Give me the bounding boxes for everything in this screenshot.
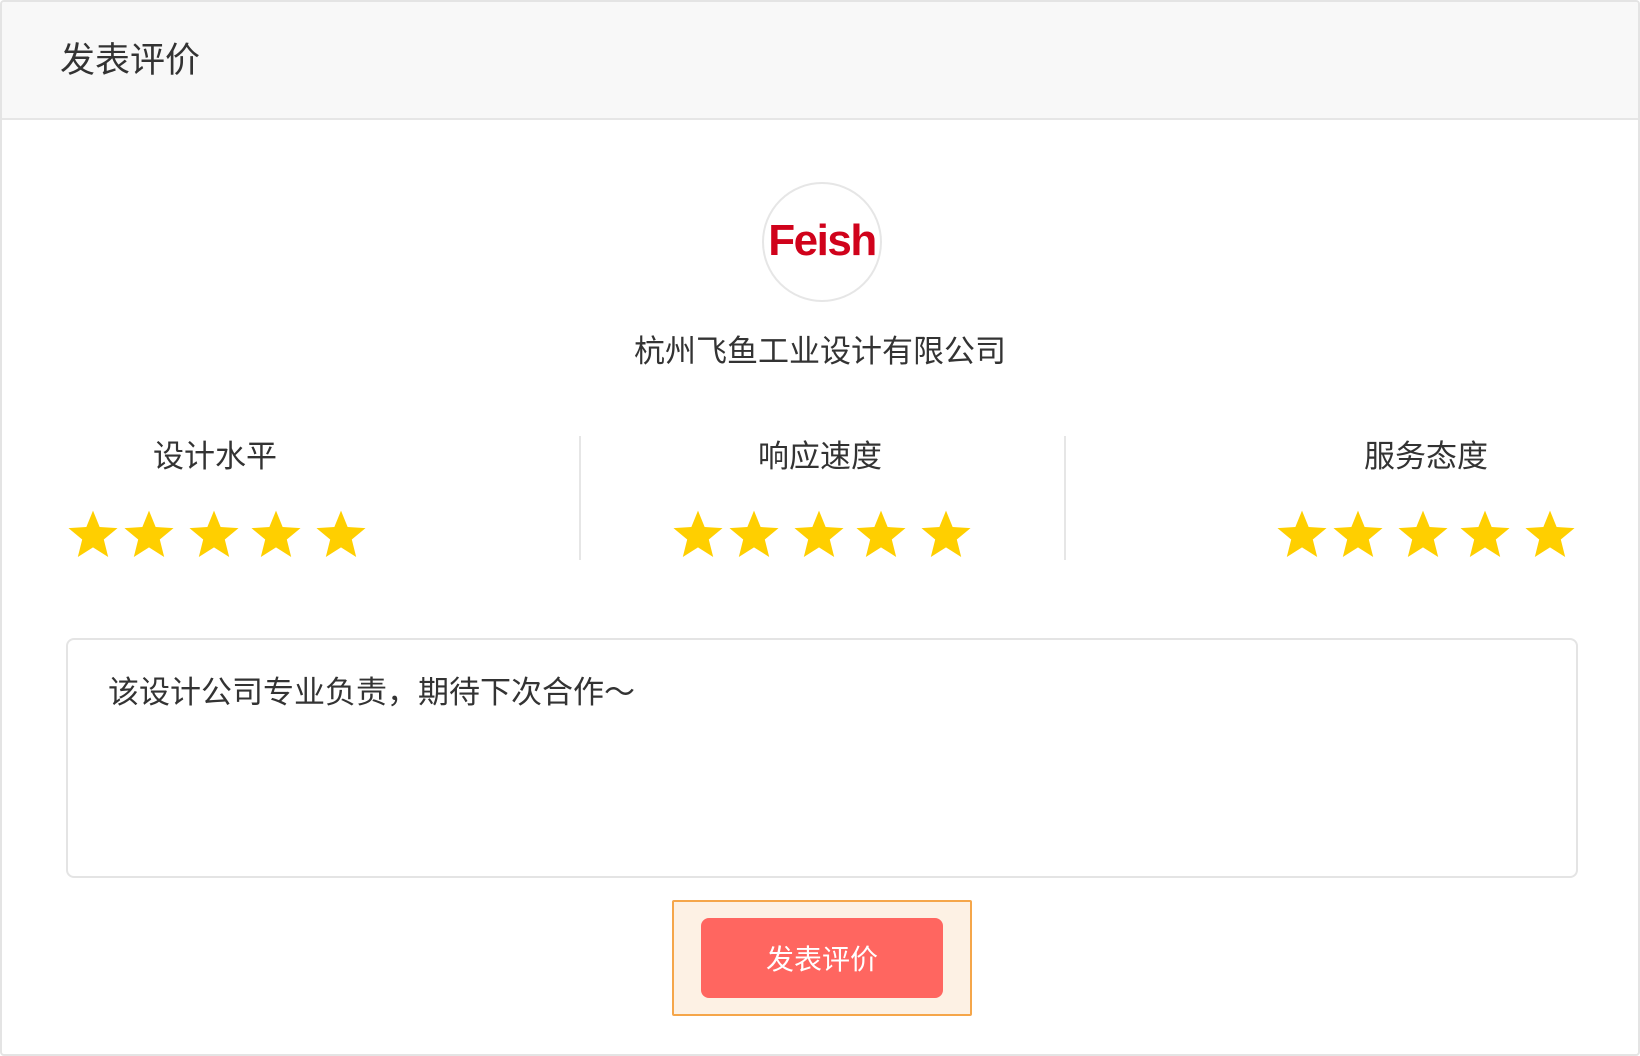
rating-stars-service[interactable] — [1275, 507, 1585, 563]
star-icon[interactable] — [66, 507, 120, 561]
star-icon[interactable] — [187, 507, 241, 561]
star-icon[interactable] — [1396, 507, 1450, 561]
comment-textarea[interactable]: 该设计公司专业负责，期待下次合作～ — [66, 638, 1578, 878]
rating-stars-design[interactable] — [66, 507, 376, 563]
star-icon[interactable] — [919, 507, 973, 561]
star-icon[interactable] — [792, 507, 846, 561]
star-icon[interactable] — [1458, 507, 1512, 561]
star-icon[interactable] — [122, 507, 176, 561]
submit-review-button[interactable]: 发表评价 — [701, 918, 943, 998]
panel-header: 发表评价 — [2, 2, 1638, 120]
rating-divider — [1064, 436, 1066, 560]
star-icon[interactable] — [727, 507, 781, 561]
star-icon[interactable] — [314, 507, 368, 561]
star-icon[interactable] — [249, 507, 303, 561]
company-name: 杭州飞鱼工业设计有限公司 — [634, 334, 1006, 370]
rating-label-design: 设计水平 — [153, 439, 277, 475]
star-icon[interactable] — [1331, 507, 1385, 561]
star-icon[interactable] — [1523, 507, 1577, 561]
panel-title: 发表评价 — [60, 41, 201, 81]
comment-text: 该设计公司专业负责，期待下次合作～ — [108, 675, 635, 711]
star-icon[interactable] — [671, 507, 725, 561]
rating-stars-response[interactable] — [671, 507, 981, 563]
star-icon[interactable] — [854, 507, 908, 561]
review-panel: 发表评价 Feish 杭州飞鱼工业设计有限公司 设计水平 响应速度 服务态度 该… — [0, 0, 1640, 1056]
star-icon[interactable] — [1275, 507, 1329, 561]
rating-divider — [579, 436, 581, 560]
rating-label-response: 响应速度 — [758, 439, 882, 475]
rating-label-service: 服务态度 — [1364, 439, 1488, 475]
company-logo: Feish — [762, 182, 882, 302]
company-logo-text: Feish — [768, 216, 877, 265]
